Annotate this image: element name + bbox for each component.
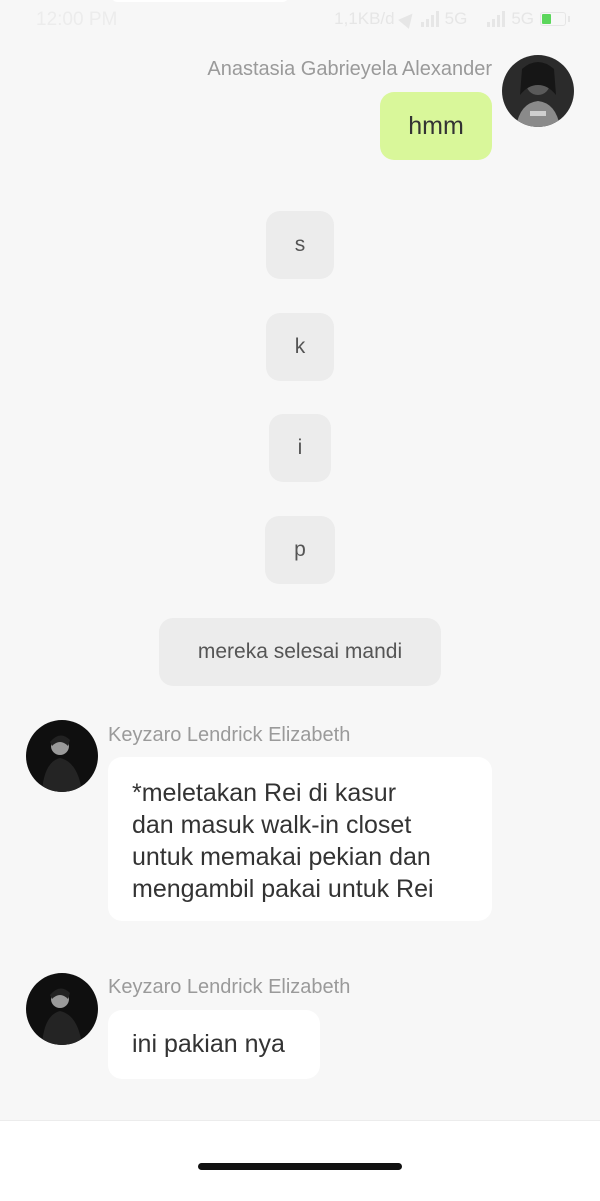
message-line: untuk memakai pekian dan — [132, 843, 431, 871]
message-line: ini pakian nya — [132, 1030, 285, 1058]
battery-icon — [540, 12, 570, 26]
narration-text: i — [297, 436, 303, 459]
message-line: mengambil pakai untuk Rei — [132, 875, 434, 903]
outgoing-message-bubble[interactable]: hmm — [380, 92, 492, 160]
home-indicator[interactable] — [198, 1163, 402, 1170]
network-type-2: 5G — [511, 9, 534, 28]
avatar-photo — [502, 55, 574, 127]
status-indicators: 1,1KB/d 5G 5G — [334, 9, 570, 29]
outgoing-sender-name: Anastasia Gabrieyela Alexander — [207, 58, 492, 80]
network-speed: 1,1KB/d — [334, 9, 395, 28]
network-type-1: 5G — [444, 9, 468, 28]
location-icon — [397, 9, 418, 29]
narration-text: mereka selesai mandi — [197, 640, 403, 663]
incoming-sender-name: Keyzaro Lendrick Elizabeth — [108, 976, 351, 998]
message-line: *meletakan Rei di kasur — [132, 779, 397, 807]
narration-bubble[interactable]: i — [269, 414, 331, 482]
signal-icon-2 — [487, 11, 506, 27]
incoming-message-bubble[interactable]: ini pakian nya — [108, 1010, 320, 1079]
incoming-sender-name: Keyzaro Lendrick Elizabeth — [108, 724, 351, 746]
avatar-photo — [26, 973, 98, 1045]
narration-bubble[interactable]: mereka selesai mandi — [159, 618, 441, 686]
signal-icon — [420, 11, 439, 27]
incoming-avatar[interactable] — [26, 720, 98, 792]
outgoing-message-text: hmm — [408, 111, 464, 140]
status-bar: 12:00 PM 1,1KB/d 5G 5G — [0, 0, 600, 40]
narration-text: k — [294, 335, 306, 358]
narration-bubble[interactable]: p — [265, 516, 335, 584]
narration-text: s — [294, 233, 306, 256]
bottom-bar — [0, 1120, 600, 1201]
incoming-message-bubble[interactable]: *meletakan Rei di kasur dan masuk walk-i… — [108, 757, 492, 921]
narration-bubble[interactable]: k — [266, 313, 334, 381]
avatar-photo — [26, 720, 98, 792]
narration-text: p — [294, 538, 306, 561]
outgoing-avatar[interactable] — [502, 55, 574, 127]
incoming-avatar[interactable] — [26, 973, 98, 1045]
narration-bubble[interactable]: s — [266, 211, 334, 279]
dynamic-island — [112, 0, 288, 2]
message-line: dan masuk walk-in closet — [132, 811, 412, 839]
status-time: 12:00 PM — [36, 9, 118, 30]
